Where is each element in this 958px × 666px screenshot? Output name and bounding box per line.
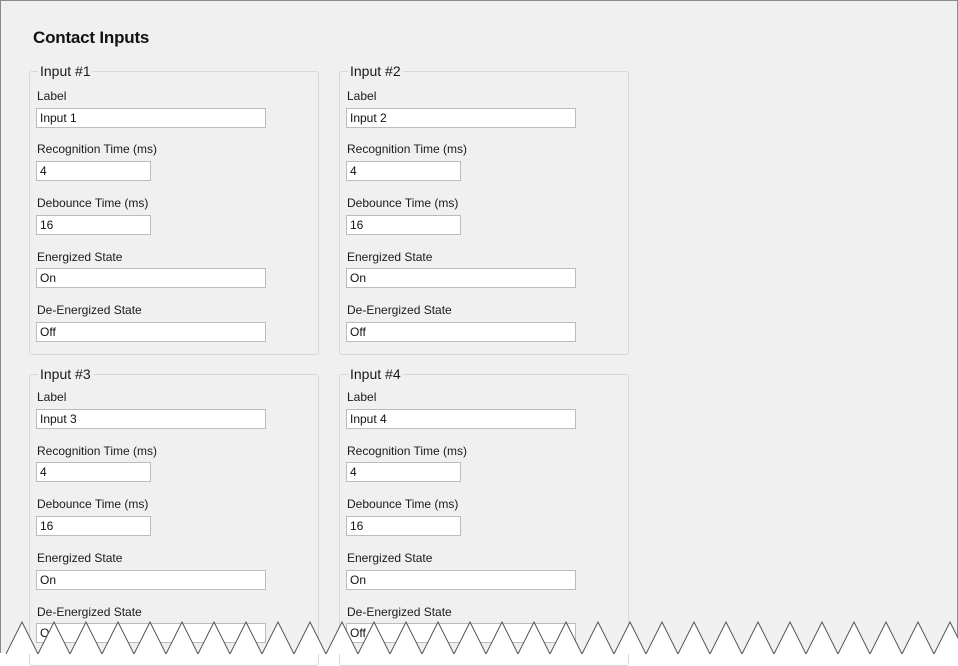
torn-edge-divider xyxy=(0,620,958,654)
